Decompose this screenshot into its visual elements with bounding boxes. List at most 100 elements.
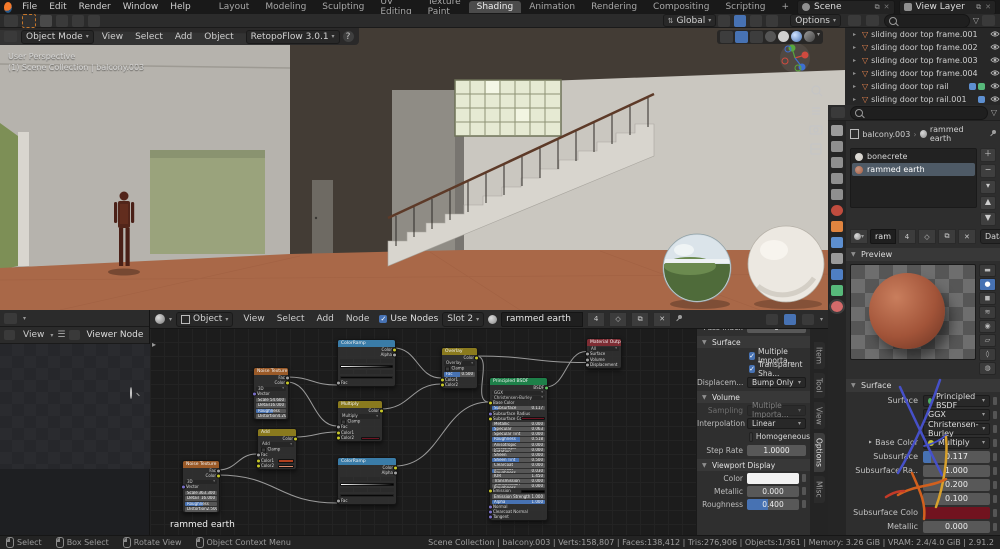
node-link[interactable]	[287, 382, 337, 426]
ramp-control[interactable]	[381, 370, 394, 375]
node-slider[interactable]: Metallic0.000	[492, 422, 545, 426]
shader-menu-select[interactable]: Select	[271, 314, 311, 324]
output-socket[interactable]	[393, 471, 398, 476]
preview-type-7[interactable]: ◍	[979, 362, 996, 375]
node-select[interactable]: Add▾	[260, 442, 294, 447]
property-dropdown[interactable]: Multiply▾	[923, 437, 990, 449]
viewport-color-swatch[interactable]	[747, 473, 799, 484]
snap-node-icon[interactable]	[784, 314, 796, 325]
outliner-search-input[interactable]	[884, 14, 970, 28]
shader-menu-add[interactable]: Add	[310, 314, 339, 324]
remove-slot-button[interactable]: −	[980, 164, 996, 178]
workspace-tab-modeling[interactable]: Modeling	[257, 1, 314, 13]
output-socket[interactable]	[285, 381, 290, 386]
output-socket[interactable]	[393, 465, 398, 470]
node-link[interactable]	[546, 352, 586, 388]
visibility-eye-icon[interactable]	[990, 43, 1000, 53]
new-copy-icon[interactable]: ⧉	[938, 229, 956, 244]
input-socket[interactable]	[336, 380, 341, 385]
options-dropdown[interactable]: Options▾	[790, 14, 841, 27]
filter-funnel-icon[interactable]: ▽	[973, 16, 979, 25]
visibility-eye-icon[interactable]	[990, 30, 1000, 40]
node-link[interactable]	[218, 475, 337, 503]
node-slider[interactable]: Sheen0.000	[492, 453, 545, 457]
parent-node-icon[interactable]	[766, 314, 778, 325]
expand-icon[interactable]: ▸	[853, 96, 859, 103]
ramp-control[interactable]	[340, 477, 353, 482]
ramp-control[interactable]	[340, 488, 353, 493]
viewlayer-selector[interactable]: View Layer ⧉ ✕	[899, 0, 996, 15]
image-editor-icon[interactable]	[4, 313, 17, 324]
preview-type-1[interactable]: ●	[979, 278, 996, 291]
node-color-swatch[interactable]	[521, 490, 545, 493]
properties-tab-6[interactable]	[831, 221, 843, 232]
shading-rendered-icon[interactable]	[804, 31, 815, 42]
property-field[interactable]: 0.200	[923, 479, 990, 491]
outliner-display-mode-icon[interactable]	[848, 15, 861, 26]
ramp-control[interactable]	[354, 477, 367, 482]
outliner-item[interactable]: ▸▽sliding door top rail.001	[845, 93, 1000, 105]
output-socket[interactable]	[216, 468, 221, 473]
shader-type-dropdown[interactable]: Object▾	[176, 312, 233, 327]
node-value-field[interactable]: IOR1.450	[492, 474, 545, 478]
properties-tab-1[interactable]	[831, 141, 843, 152]
ramp-control[interactable]	[340, 370, 353, 375]
outliner-item[interactable]: ▸▽sliding door top frame.002	[845, 41, 1000, 54]
outliner-item[interactable]: ▸▽sliding door top frame.001	[845, 28, 1000, 41]
node-slider[interactable]: Roughness0.518	[492, 437, 545, 441]
close-icon[interactable]: ✕	[884, 3, 890, 11]
orientation-dropdown[interactable]: ⇅Global▾	[663, 14, 717, 27]
shader-menu-view[interactable]: View	[237, 314, 270, 324]
move-slot-up-button[interactable]: ▲	[980, 196, 996, 210]
node-link[interactable]	[381, 384, 441, 409]
menu-icon[interactable]: ☰	[57, 330, 65, 340]
sidebar-viewport-display-header[interactable]: ▼Viewport Display	[697, 459, 810, 471]
move-slot-down-button[interactable]: ▼	[980, 212, 996, 226]
step-rate-field[interactable]: 1.0000	[747, 445, 806, 456]
input-socket[interactable]	[256, 464, 261, 469]
add-slot-button[interactable]: ＋	[980, 148, 996, 162]
node-slider[interactable]: Anisotropic Rotation0.000	[492, 448, 545, 452]
ramp-control[interactable]	[381, 488, 394, 493]
node-slider[interactable]: Roughness	[256, 409, 286, 414]
node-value-field[interactable]: Distortion2.500	[185, 507, 217, 512]
workspace-tab-shading[interactable]: Shading	[469, 1, 522, 13]
node-link[interactable]	[295, 432, 337, 437]
properties-tab-4[interactable]	[831, 189, 843, 200]
ramp-control[interactable]	[367, 359, 380, 364]
property-dropdown[interactable]: Principled BSDF▾	[923, 395, 990, 407]
shader-node-overlay[interactable]: OverlayColorOverlay▾ClampFac0.500Color1C…	[441, 347, 478, 389]
material-name-field[interactable]: rammed earth	[501, 312, 583, 327]
node-value-field[interactable]: Emission Strength1.000	[492, 494, 545, 498]
properties-tab-3[interactable]	[831, 173, 843, 184]
property-field[interactable]: 0.100	[923, 493, 990, 505]
material-browse-icon[interactable]	[488, 315, 497, 324]
editor-type-icon[interactable]	[4, 15, 18, 27]
viewport-menu-add[interactable]: Add	[169, 32, 198, 42]
users-count-button[interactable]: 4	[898, 229, 916, 244]
homogeneous-checkbox[interactable]: Homogeneous	[749, 431, 810, 442]
preview-type-0[interactable]: ▬	[979, 264, 996, 277]
node-slider[interactable]: Anisotropic0.000	[492, 443, 545, 447]
fake-user-shield-icon[interactable]: ◇	[918, 229, 936, 244]
viewport-roughness-field[interactable]: 0.400	[747, 499, 799, 510]
image-datablock-name[interactable]: Viewer Node	[86, 330, 143, 340]
shading-dropdown-icon[interactable]: ▾	[817, 31, 820, 43]
node-value-field[interactable]: Detail16.000	[185, 496, 217, 501]
ramp-control[interactable]	[381, 477, 394, 482]
node-value-field[interactable]: Scale363.300	[185, 491, 217, 496]
input-socket[interactable]	[181, 485, 186, 490]
sampling-dropdown[interactable]: Multiple Importa...▾	[747, 405, 806, 416]
node-slider[interactable]: Roughness	[185, 502, 217, 507]
animate-dot[interactable]	[993, 481, 997, 489]
property-field[interactable]: 0.000	[923, 521, 990, 533]
output-socket[interactable]	[379, 408, 384, 413]
preview-type-4[interactable]: ◉	[979, 320, 996, 333]
viewport-metallic-field[interactable]: 0.000	[747, 486, 799, 497]
users-count-button[interactable]: 4	[587, 312, 605, 327]
color-swatch[interactable]	[923, 507, 990, 519]
viewport-menu-object[interactable]: Object	[198, 32, 239, 42]
expand-icon[interactable]: ▸	[853, 31, 859, 38]
visibility-eye-icon[interactable]	[990, 69, 1000, 79]
preview-section-header[interactable]: ▼Preview	[846, 248, 1000, 261]
